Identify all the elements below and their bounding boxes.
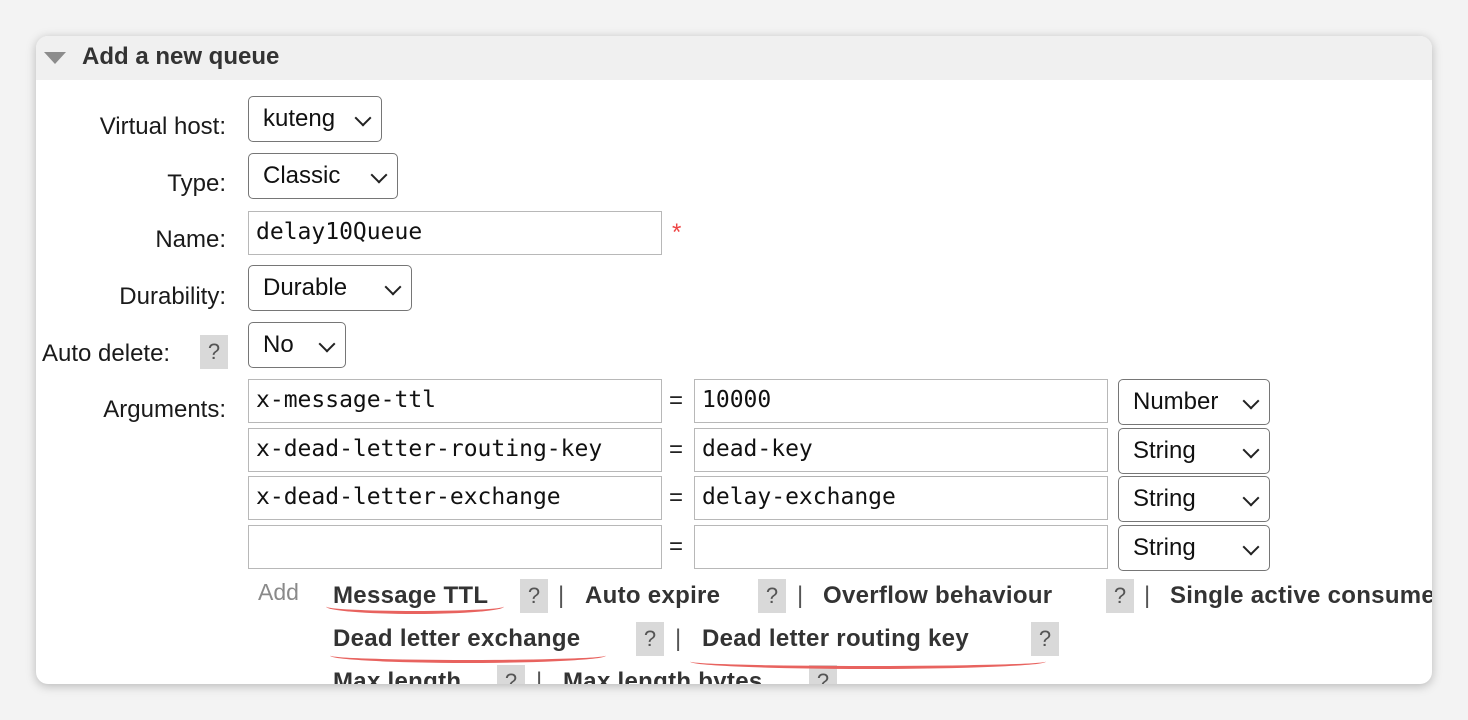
argument-value-input[interactable]: delay-exchange (694, 476, 1108, 520)
equals-sign: = (669, 533, 684, 560)
separator: | (558, 582, 565, 609)
virtual-host-select[interactable]: kuteng (248, 96, 382, 142)
max-length-help-icon[interactable]: ? (497, 665, 525, 684)
highlight-underline (330, 648, 606, 663)
auto-delete-label: Auto delete: (42, 340, 171, 367)
separator: | (1144, 582, 1151, 609)
name-label: Name: (155, 226, 226, 253)
add-max-length-bytes-link[interactable]: Max length bytes (563, 667, 763, 684)
arguments-label: Arguments: (103, 396, 226, 423)
message-ttl-help-icon[interactable]: ? (520, 579, 548, 613)
add-dead-letter-routing-key-link[interactable]: Dead letter routing key (702, 624, 969, 654)
argument-value-input[interactable]: 10000 (694, 379, 1108, 423)
argument-key-input[interactable]: x-dead-letter-exchange (248, 476, 662, 520)
chevron-down-icon (384, 278, 402, 296)
argument-key-input[interactable]: x-dead-letter-routing-key (248, 428, 662, 472)
add-auto-expire-link[interactable]: Auto expire (585, 581, 720, 611)
chevron-down-icon (1242, 538, 1260, 556)
add-queue-panel: Add a new queue Virtual host: kuteng Typ… (36, 36, 1432, 684)
dead-letter-routing-key-help-icon[interactable]: ? (1031, 622, 1059, 656)
highlight-underline (690, 654, 1046, 669)
auto-expire-help-icon[interactable]: ? (758, 579, 786, 613)
chevron-down-icon (1242, 392, 1260, 410)
auto-delete-select[interactable]: No (248, 322, 346, 368)
separator: | (675, 625, 682, 652)
panel-title: Add a new queue (82, 43, 280, 70)
type-select[interactable]: Classic (248, 153, 398, 199)
add-label: Add (258, 579, 299, 605)
equals-sign: = (669, 484, 684, 511)
argument-type-select[interactable]: String (1118, 428, 1270, 474)
add-max-length-link[interactable]: Max length (333, 667, 461, 684)
argument-type-value: Number (1133, 388, 1219, 415)
type-label: Type: (167, 170, 226, 197)
panel-header[interactable]: Add a new queue (36, 36, 1432, 80)
argument-type-select[interactable]: Number (1118, 379, 1270, 425)
argument-key-input[interactable]: x-message-ttl (248, 379, 662, 423)
durability-select[interactable]: Durable (248, 265, 412, 311)
durability-value: Durable (263, 274, 348, 301)
required-mark: * (672, 219, 682, 246)
chevron-down-icon (318, 335, 336, 353)
chevron-down-icon (1242, 489, 1260, 507)
chevron-down-icon (354, 109, 372, 127)
separator: | (797, 582, 804, 609)
highlight-underline (326, 599, 504, 614)
add-overflow-behaviour-link[interactable]: Overflow behaviour (823, 581, 1052, 611)
chevron-down-icon (370, 166, 388, 184)
virtual-host-value: kuteng (263, 105, 336, 132)
argument-type-select[interactable]: String (1118, 525, 1270, 571)
argument-type-select[interactable]: String (1118, 476, 1270, 522)
type-value: Classic (263, 162, 341, 189)
collapse-triangle-icon[interactable] (44, 52, 66, 64)
name-input[interactable]: delay10Queue (248, 211, 662, 255)
auto-delete-help-icon[interactable]: ? (200, 335, 228, 369)
equals-sign: = (669, 436, 684, 463)
separator: | (536, 668, 543, 684)
add-single-active-consumer-link[interactable]: Single active consumer (1170, 581, 1432, 611)
chevron-down-icon (1242, 441, 1260, 459)
argument-value-input[interactable] (694, 525, 1108, 569)
dead-letter-exchange-help-icon[interactable]: ? (636, 622, 664, 656)
virtual-host-label: Virtual host: (99, 113, 226, 140)
overflow-behaviour-help-icon[interactable]: ? (1106, 579, 1134, 613)
argument-type-value: String (1133, 485, 1196, 512)
argument-value-input[interactable]: dead-key (694, 428, 1108, 472)
equals-sign: = (669, 387, 684, 414)
argument-key-input[interactable] (248, 525, 662, 569)
argument-type-value: String (1133, 534, 1196, 561)
auto-delete-value: No (263, 331, 294, 358)
argument-type-value: String (1133, 437, 1196, 464)
durability-label: Durability: (119, 283, 226, 310)
